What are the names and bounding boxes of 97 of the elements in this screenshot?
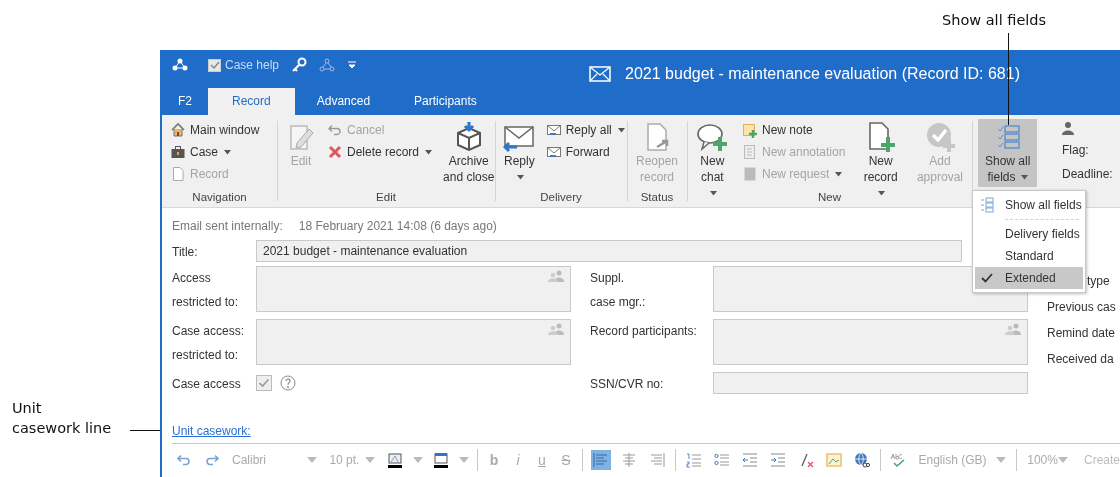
check-icon <box>209 60 220 70</box>
ribbon-tab[interactable]: F2 <box>162 88 208 115</box>
input-field[interactable] <box>256 319 571 365</box>
dropdown-arrow-icon[interactable] <box>459 457 470 463</box>
people-icon <box>1005 323 1021 335</box>
menu-item[interactable]: Standard <box>975 245 1083 267</box>
ribbon-button[interactable]: Reply all <box>543 119 627 141</box>
field-label: Flag: <box>1062 142 1090 159</box>
ribbon-button[interactable]: Archive and close <box>440 119 498 187</box>
dropdown-caret-icon[interactable] <box>347 60 358 70</box>
people-icon <box>548 270 564 282</box>
font-color-icon <box>433 452 450 468</box>
dropdown-arrow-icon[interactable] <box>413 457 424 463</box>
ribbon-tab[interactable]: Record <box>208 88 295 115</box>
dropdown-arrow-icon[interactable] <box>996 457 1007 463</box>
info-value: 18 February 2021 14:08 (6 days ago) <box>298 218 497 235</box>
case-help-checkbox[interactable]: Case help <box>208 56 280 74</box>
ribbon-tab[interactable]: Participants <box>392 88 499 115</box>
align-right-icon <box>648 452 665 468</box>
checkbox[interactable] <box>256 375 272 391</box>
bullet-list-icon <box>713 452 730 468</box>
highlight-icon <box>387 452 404 468</box>
field-label: Case access: restricted to: <box>172 323 246 364</box>
house-icon <box>170 122 186 138</box>
people-icon <box>548 323 564 335</box>
align-left-icon <box>592 452 609 468</box>
undo-icon <box>327 122 343 138</box>
ribbon-tab[interactable]: Advanced <box>294 88 393 115</box>
key-icon[interactable] <box>291 57 308 73</box>
group-label: Edit <box>375 190 397 205</box>
check-icon <box>981 272 993 284</box>
info-label: Email sent internally: <box>172 218 283 235</box>
help-icon[interactable] <box>280 375 296 391</box>
nodes-icon[interactable] <box>319 57 336 73</box>
dropdown-arrow-icon[interactable] <box>365 457 376 463</box>
numbered-list-icon <box>685 452 702 468</box>
check-icon <box>258 377 270 389</box>
annotation-label: Unit casework line <box>12 399 112 438</box>
title-field[interactable]: 2021 budget - maintenance evaluation <box>256 240 962 262</box>
unit-casework-link[interactable]: Unit casework: <box>172 422 251 440</box>
dropdown-arrow-icon[interactable] <box>1057 457 1068 463</box>
envelope-icon <box>589 66 612 82</box>
field-label: Remind date <box>1047 325 1116 342</box>
network-icon[interactable] <box>172 57 188 73</box>
globe-icon <box>853 452 870 468</box>
field-label: Suppl. case mgr.: <box>590 270 647 311</box>
note-icon <box>741 122 758 138</box>
ribbon-button[interactable]: New note <box>739 119 848 141</box>
field-label: Title: <box>172 244 199 261</box>
outdent-icon <box>741 452 758 468</box>
group-label: Delivery <box>539 190 583 205</box>
group-label: Status <box>639 190 675 205</box>
leader-line <box>130 430 160 431</box>
page-icon <box>170 166 186 182</box>
field-label: SSN/CVR no: <box>590 376 665 393</box>
delete-icon <box>327 144 343 160</box>
ribbon-button[interactable]: Main window <box>168 119 262 141</box>
ribbon-button[interactable]: New record <box>855 119 906 187</box>
field-label: Deadline: <box>1062 166 1113 183</box>
list-page-icon <box>741 144 758 160</box>
ribbon-button[interactable]: Case <box>168 141 262 163</box>
list-icon <box>980 197 994 213</box>
undo-icon <box>176 452 192 468</box>
menu-item[interactable]: Extended <box>975 267 1083 289</box>
align-center-icon <box>620 452 637 468</box>
field-label: Record participants: <box>590 323 698 340</box>
field-label: Access restricted to: <box>172 270 240 311</box>
field-label: Received da <box>1047 351 1115 368</box>
align-left-button[interactable] <box>590 450 611 470</box>
envelope-icon <box>545 144 562 160</box>
briefcase-icon <box>170 144 186 160</box>
envelope-icon <box>545 122 562 138</box>
ribbon-button[interactable]: New chat <box>693 119 732 187</box>
field-label: Previous cas <box>1047 299 1116 316</box>
input-field[interactable] <box>713 372 1028 394</box>
image-button[interactable] <box>823 450 844 470</box>
ribbon-button[interactable]: Show all fields <box>978 119 1038 187</box>
annotation-label: Show all fields <box>942 11 1047 30</box>
toolbar-label: Create <box>1083 452 1120 469</box>
menu-item[interactable]: Delivery fields <box>975 223 1083 245</box>
ribbon-button[interactable]: Forward <box>543 141 627 163</box>
group-label: New <box>817 190 842 205</box>
image-icon <box>825 452 842 468</box>
input-field[interactable] <box>713 319 1028 365</box>
chat-icon <box>696 121 729 153</box>
indent-icon <box>769 452 786 468</box>
dropdown-arrow-icon[interactable] <box>307 457 318 463</box>
spellcheck-icon <box>890 452 907 468</box>
ribbon-button[interactable]: Reply <box>501 119 538 187</box>
menu-item[interactable]: Show all fields <box>975 194 1083 216</box>
field-label: Case access <box>172 376 242 393</box>
numbered-list-button[interactable] <box>683 450 704 470</box>
person-icon <box>1062 121 1074 135</box>
redo-icon <box>204 452 220 468</box>
input-field[interactable] <box>256 266 571 312</box>
group-label: Navigation <box>191 190 248 205</box>
ribbon-button[interactable]: Delete record <box>325 141 435 163</box>
